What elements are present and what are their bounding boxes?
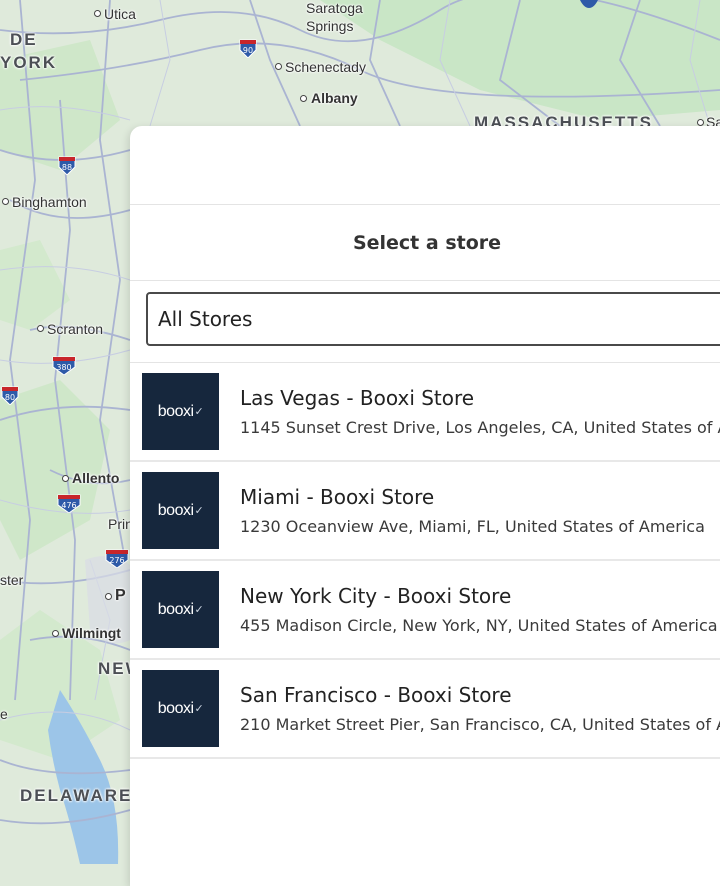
store-name: Las Vegas - Booxi Store [240,386,475,410]
store-logo: booxi ✓ [142,670,219,747]
checkmark-icon: ✓ [194,505,204,517]
store-filter-select[interactable]: All Stores [146,292,720,346]
checkmark-icon: ✓ [194,604,204,616]
city-dot [37,325,44,332]
store-list-item[interactable]: booxi ✓ Las Vegas - Booxi Store 1145 Suns… [130,363,720,462]
panel-title-bar: Select a store [130,205,720,281]
interstate-476-label: 476 [61,501,76,510]
interstate-80-icon: 80 [1,386,19,405]
interstate-380-icon: 380 [52,356,76,375]
store-name: San Francisco - Booxi Store [240,683,512,707]
map-label-saratoga: Saratoga [306,0,363,16]
map-label-state-ny-1: DE [10,30,38,49]
panel-header [130,126,720,205]
interstate-80-label: 80 [5,393,15,402]
map-label-delaware: DELAWARE [20,786,133,805]
interstate-90-icon: 90 [239,39,257,58]
store-logo-text: booxi [157,501,194,519]
interstate-380-label: 380 [56,363,71,372]
store-address: 1145 Sunset Crest Drive, Los Angeles, CA… [240,418,720,437]
store-logo: booxi ✓ [142,373,219,450]
store-address: 455 Madison Circle, New York, NY, United… [240,616,718,635]
store-list: booxi ✓ Las Vegas - Booxi Store 1145 Suns… [130,363,720,759]
store-logo-text: booxi [157,600,194,618]
map-label-state-ny-2: YORK [0,53,58,72]
city-dot [105,593,112,600]
map-label-allentown: Allento [72,470,120,486]
map-label-scranton: Scranton [47,321,104,337]
city-dot [697,119,704,126]
city-dot [2,198,9,205]
store-logo-text: booxi [157,699,194,717]
city-dot [52,630,59,637]
store-list-item[interactable]: booxi ✓ San Francisco - Booxi Store 210 M… [130,660,720,759]
store-logo-text: booxi [157,402,194,420]
store-selector-panel: Select a store All Stores booxi ✓ Las Veg… [130,126,720,886]
interstate-88-label: 88 [62,163,72,172]
city-dot [275,63,282,70]
checkmark-icon: ✓ [194,703,204,715]
city-dot [62,475,69,482]
store-name: Miami - Booxi Store [240,485,435,509]
map-label-utica: Utica [104,6,136,22]
store-logo: booxi ✓ [142,472,219,549]
map-label-schenectady: Schenectady [285,59,366,75]
map-marker-icon [580,0,598,8]
interstate-88-icon: 88 [58,156,76,175]
store-list-item[interactable]: booxi ✓ New York City - Booxi Store 455 M… [130,561,720,660]
city-dot [94,10,101,17]
store-logo: booxi ✓ [142,571,219,648]
map-label-albany: Albany [311,90,358,106]
map-label-binghamton: Binghamton [12,194,87,210]
interstate-276-label: 276 [109,556,124,565]
store-name: New York City - Booxi Store [240,584,512,608]
store-list-item[interactable]: booxi ✓ Miami - Booxi Store 1230 Oceanvie… [130,462,720,561]
map-label-wilmington: Wilmingt [62,625,121,641]
map-label-springs: Springs [306,18,354,34]
panel-title: Select a store [352,231,502,254]
filter-row: All Stores [130,281,720,363]
interstate-476-icon: 476 [57,494,81,513]
map-label-ster: ster [0,572,24,588]
checkmark-icon: ✓ [194,406,204,418]
store-address: 210 Market Street Pier, San Francisco, C… [240,715,720,734]
map-label-philadelphia: P [115,587,126,604]
interstate-276-icon: 276 [105,549,129,568]
store-address: 1230 Oceanview Ave, Miami, FL, United St… [240,517,705,536]
map-label-e: e [0,706,8,722]
interstate-90-label: 90 [243,46,253,55]
city-dot [300,95,307,102]
store-filter-value: All Stores [158,307,253,331]
